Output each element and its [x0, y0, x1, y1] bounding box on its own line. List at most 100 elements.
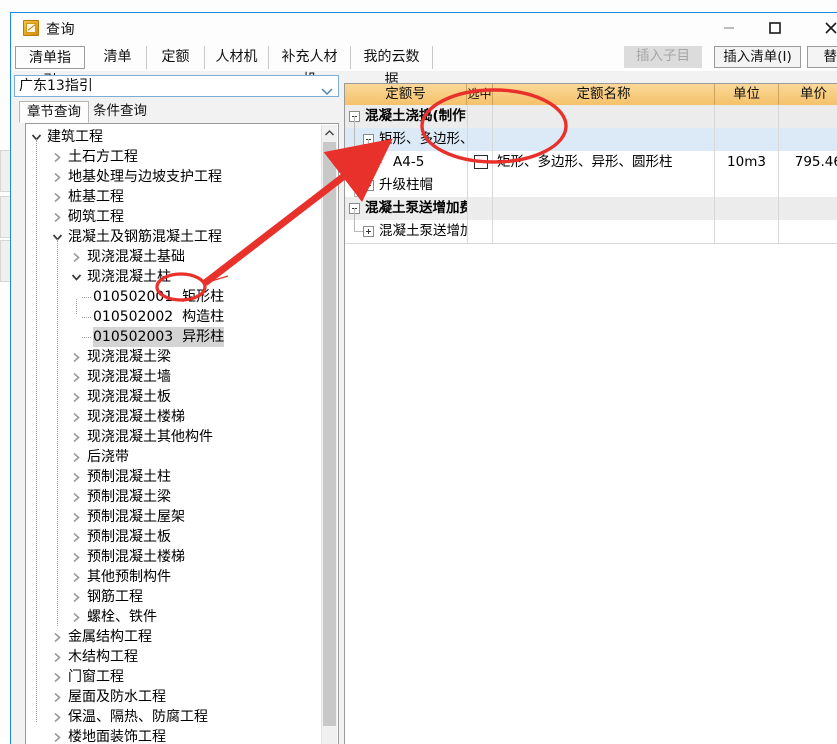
tree-node-label[interactable]: 钢筋工程 — [87, 587, 143, 607]
tree-node-label[interactable]: 土石方工程 — [68, 147, 138, 167]
grid-cell-select[interactable] — [467, 174, 493, 197]
chevron-right-icon[interactable] — [71, 572, 82, 583]
tab-rencaiji[interactable]: 人材机 — [205, 46, 269, 69]
chevron-right-icon[interactable] — [71, 372, 82, 383]
tree-node-label[interactable]: 螺栓、铁件 — [87, 607, 157, 627]
tree-row[interactable]: 保温、隔热、防腐工程 — [26, 707, 322, 727]
tree-node-label[interactable]: 后浇带 — [87, 447, 129, 467]
tree-node-label[interactable]: 保温、隔热、防腐工程 — [68, 707, 208, 727]
grid-body[interactable]: 混凝土浇捣(制作)矩形、多边形、异形、圆形柱A4-5矩形、多边形、异形、圆形柱1… — [345, 105, 837, 744]
grid-row[interactable]: 混凝土泵送增加费 — [345, 197, 837, 221]
tree-row[interactable]: 桩基工程 — [26, 187, 322, 207]
insert-list-button[interactable]: 插入清单(I) — [714, 46, 801, 68]
minimize-button[interactable] — [706, 13, 752, 43]
grid-cell-select[interactable] — [467, 197, 493, 220]
chevron-right-icon[interactable] — [52, 692, 63, 703]
tab-my-cloud-data[interactable]: 我的云数据 — [351, 46, 433, 88]
tree-row[interactable]: 混凝土及钢筋混凝土工程 — [26, 227, 322, 247]
chevron-right-icon[interactable] — [71, 452, 82, 463]
tree-row[interactable]: 预制混凝土屋架 — [26, 507, 322, 527]
column-header-select[interactable]: 选中 — [467, 84, 493, 105]
tree-node-label[interactable]: 现浇混凝土基础 — [87, 247, 185, 267]
tree-row[interactable]: 现浇混凝土板 — [26, 387, 322, 407]
row-checkbox[interactable] — [474, 155, 488, 169]
tab-qingdan-zhiyin[interactable]: 清单指引 — [15, 46, 85, 89]
maximize-button[interactable] — [752, 13, 798, 43]
column-header-code[interactable]: 定额号 — [345, 84, 467, 105]
tree-node-label[interactable]: 其他预制构件 — [87, 567, 171, 587]
chevron-right-icon[interactable] — [52, 652, 63, 663]
tree-row[interactable]: 现浇混凝土柱 — [26, 267, 322, 287]
replace-list-button[interactable]: 替换清单 — [807, 46, 837, 68]
tree-row[interactable]: 楼地面装饰工程 — [26, 727, 322, 744]
chevron-right-icon[interactable] — [71, 392, 82, 403]
tree-row[interactable]: 预制混凝土楼梯 — [26, 547, 322, 567]
tree-row[interactable]: 010502002 构造柱 — [26, 307, 322, 327]
tree-row[interactable]: 现浇混凝土梁 — [26, 347, 322, 367]
tree-node-label[interactable]: 砌筑工程 — [68, 207, 124, 227]
tree-row[interactable]: 门窗工程 — [26, 667, 322, 687]
chevron-right-icon[interactable] — [52, 172, 63, 183]
tree-row[interactable]: 金属结构工程 — [26, 627, 322, 647]
chevron-right-icon[interactable] — [71, 432, 82, 443]
scroll-up-button[interactable] — [322, 125, 337, 141]
collapse-icon[interactable] — [349, 111, 360, 122]
chevron-right-icon[interactable] — [71, 532, 82, 543]
tree-row[interactable]: 现浇混凝土基础 — [26, 247, 322, 267]
tree-node-label[interactable]: 地基处理与边坡支护工程 — [68, 167, 222, 187]
tree-row[interactable]: 其他预制构件 — [26, 567, 322, 587]
chevron-right-icon[interactable] — [71, 592, 82, 603]
tree-node-label[interactable]: 预制混凝土柱 — [87, 467, 171, 487]
tree-node-label[interactable]: 现浇混凝土墙 — [87, 367, 171, 387]
grid-cell-select[interactable] — [467, 105, 493, 128]
scroll-track[interactable] — [322, 726, 337, 744]
grid-row[interactable]: 混凝土泵送增加费 — [345, 220, 837, 244]
tree-node-label[interactable]: 混凝土及钢筋混凝土工程 — [68, 227, 222, 247]
chevron-right-icon[interactable] — [71, 472, 82, 483]
tree-node-label[interactable]: 预制混凝土楼梯 — [87, 547, 185, 567]
tree-node-label[interactable]: 预制混凝土梁 — [87, 487, 171, 507]
tree-node-label[interactable]: 屋面及防水工程 — [68, 687, 166, 707]
collapse-icon[interactable] — [349, 203, 360, 214]
chevron-right-icon[interactable] — [71, 612, 82, 623]
tree-row[interactable]: 土石方工程 — [26, 147, 322, 167]
tree-row[interactable]: 后浇带 — [26, 447, 322, 467]
chevron-right-icon[interactable] — [71, 512, 82, 523]
tree-node-label[interactable]: 金属结构工程 — [68, 627, 152, 647]
chevron-right-icon[interactable] — [52, 672, 63, 683]
tree-node-label[interactable]: 现浇混凝土梁 — [87, 347, 171, 367]
grid-row[interactable]: 升级柱帽 — [345, 174, 837, 198]
chevron-down-icon[interactable] — [31, 132, 42, 143]
grid-cell-select[interactable] — [467, 151, 493, 174]
chevron-right-icon[interactable] — [52, 632, 63, 643]
tree-node-label[interactable]: 楼地面装饰工程 — [68, 727, 166, 744]
grid-cell-select[interactable] — [467, 220, 493, 243]
tree-node-label[interactable]: 010502002 构造柱 — [93, 307, 224, 327]
column-header-price[interactable]: 单价 — [779, 84, 837, 105]
tree-row[interactable]: 砌筑工程 — [26, 207, 322, 227]
tree-row[interactable]: 现浇混凝土楼梯 — [26, 407, 322, 427]
chevron-right-icon[interactable] — [71, 492, 82, 503]
subtab-chapter-query[interactable]: 章节查询 — [19, 101, 89, 123]
tree-node-label[interactable]: 桩基工程 — [68, 187, 124, 207]
tree-row[interactable]: 预制混凝土梁 — [26, 487, 322, 507]
tree-node-label[interactable]: 现浇混凝土楼梯 — [87, 407, 185, 427]
grid-row[interactable]: A4-5 矩形、多边形、异形、圆形柱10m3 795.46 — [345, 151, 837, 175]
tree-row[interactable]: 木结构工程 — [26, 647, 322, 667]
chapter-tree[interactable]: 建筑工程 土石方工程 地基处理与边坡支护工程 桩基工程 砌筑工程 混凝土及钢筋混凝土工程现… — [26, 127, 322, 744]
tree-node-label[interactable]: 门窗工程 — [68, 667, 124, 687]
tree-node-label[interactable]: 预制混凝土板 — [87, 527, 171, 547]
insert-subitem-button[interactable]: 插入子目 — [624, 46, 702, 68]
tree-node-label[interactable]: 现浇混凝土其他构件 — [87, 427, 213, 447]
tree-row[interactable]: 现浇混凝土其他构件 — [26, 427, 322, 447]
collapse-icon[interactable] — [363, 134, 374, 145]
chevron-right-icon[interactable] — [71, 352, 82, 363]
chevron-right-icon[interactable] — [71, 552, 82, 563]
column-header-unit[interactable]: 单位 — [715, 84, 779, 105]
tree-node-label[interactable]: 010502001 矩形柱 — [93, 287, 224, 307]
scroll-thumb[interactable] — [323, 142, 336, 726]
tree-row[interactable]: 钢筋工程 — [26, 587, 322, 607]
tab-buchong-rencaiji[interactable]: 补充人材机 — [269, 46, 351, 88]
tree-row[interactable]: 010502001 矩形柱 — [26, 287, 322, 307]
tree-scrollbar[interactable] — [321, 125, 337, 744]
